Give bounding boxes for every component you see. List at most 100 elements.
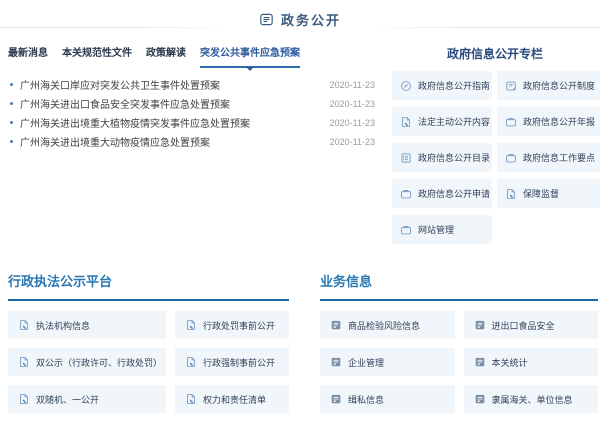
header-divider-right: [366, 27, 600, 28]
book-icon: [505, 80, 517, 92]
link-button[interactable]: 政府信息公开目录: [392, 143, 492, 172]
link-button-label: 政府信息公开制度: [523, 79, 595, 92]
ledger-icon: [330, 319, 342, 331]
document-lines-icon: [259, 12, 274, 27]
news-item-date: 2020-11-23: [330, 99, 375, 109]
news-item-date: 2020-11-23: [330, 137, 375, 147]
link-button-label: 本关统计: [492, 356, 528, 369]
link-button-label: 执法机构信息: [36, 319, 90, 332]
compass-icon: [400, 80, 412, 92]
list-icon: [400, 152, 412, 164]
news-list-item[interactable]: 广州海关进出境重大动物疫情应急处置预案 2020-11-23: [8, 132, 375, 151]
news-list-item[interactable]: 广州海关口岸应对突发公共卫生事件处置预案 2020-11-23: [8, 75, 375, 94]
link-button[interactable]: 执法机构信息: [8, 311, 166, 339]
link-button-label: 法定主动公开内容: [418, 115, 490, 128]
folder-icon: [505, 152, 517, 164]
link-button-label: 政府信息工作要点: [523, 151, 595, 164]
ledger-icon: [330, 356, 342, 368]
link-button[interactable]: 网站管理: [392, 215, 492, 244]
news-list-item[interactable]: 广州海关进出境重大植物疫情突发事件应急处置预案 2020-11-23: [8, 113, 375, 132]
link-button[interactable]: 权力和责任清单: [175, 385, 289, 413]
ledger-icon: [474, 319, 486, 331]
link-button-label: 行政处罚事前公开: [203, 319, 275, 332]
business-section-grid: 商品检验风险信息 进出口食品安全 企业管理 本关统计 缉私信息 隶属海关、单位信…: [320, 311, 598, 413]
news-item-title: 广州海关进出境重大动物疫情应急处置预案: [20, 134, 322, 149]
tab[interactable]: 突发公共事件应急预案: [200, 44, 300, 68]
link-button[interactable]: 政府信息公开申请: [392, 179, 492, 208]
law-section-grid: 执法机构信息 行政处罚事前公开 双公示（行政许可、行政处罚） 行政强制事前公开 …: [8, 311, 289, 413]
gov-disclosure-page: 政务公开 最新消息 本关规范性文件 政策解读 突发公共事件应急预案 政府信息公开…: [0, 0, 600, 427]
ledger-icon: [474, 393, 486, 405]
tab-label: 最新消息: [8, 48, 48, 59]
link-button[interactable]: 进出口食品安全: [464, 311, 599, 339]
link-button[interactable]: 政府信息公开制度: [497, 71, 600, 100]
info-panel-grid: 政府信息公开指南 政府信息公开制度 法定主动公开内容 政府信息公开年报 政府信息…: [392, 71, 600, 244]
business-section-title: 业务信息: [320, 271, 598, 301]
business-info-section: 业务信息 商品检验风险信息 进出口食品安全 企业管理 本关统计 缉私信息 隶属海…: [320, 271, 598, 413]
link-button-label: 网站管理: [418, 223, 454, 236]
page-header: 政务公开: [0, 8, 600, 30]
document-edit-icon: [400, 116, 412, 128]
document-edit-icon: [18, 319, 30, 331]
document-edit-icon: [185, 319, 197, 331]
tab-bar: 最新消息 本关规范性文件 政策解读 突发公共事件应急预案: [8, 44, 300, 68]
link-button[interactable]: 缉私信息: [320, 385, 455, 413]
link-button-label: 保障监督: [523, 187, 559, 200]
link-button-label: 权力和责任清单: [203, 393, 266, 406]
document-edit-icon: [185, 356, 197, 368]
document-edit-icon: [18, 393, 30, 405]
news-item-date: 2020-11-23: [330, 80, 375, 90]
bullet-dot-icon: [10, 121, 13, 124]
document-edit-icon: [185, 393, 197, 405]
document-edit-icon: [505, 188, 517, 200]
link-button[interactable]: 双公示（行政许可、行政处罚）: [8, 348, 166, 376]
link-button[interactable]: 保障监督: [497, 179, 600, 208]
bullet-dot-icon: [10, 102, 13, 105]
news-item-title: 广州海关进出境重大植物疫情突发事件应急处置预案: [20, 115, 322, 130]
bullet-dot-icon: [10, 140, 13, 143]
link-button-label: 隶属海关、单位信息: [492, 393, 573, 406]
link-button[interactable]: 企业管理: [320, 348, 455, 376]
info-panel-title: 政府信息公开专栏: [390, 45, 600, 62]
link-button[interactable]: 行政处罚事前公开: [175, 311, 289, 339]
link-button[interactable]: 政府信息工作要点: [497, 143, 600, 172]
link-button[interactable]: 法定主动公开内容: [392, 107, 492, 136]
folder-icon: [505, 116, 517, 128]
news-list: 广州海关口岸应对突发公共卫生事件处置预案 2020-11-23 广州海关进出口食…: [8, 75, 375, 151]
link-button-label: 政府信息公开指南: [418, 79, 490, 92]
link-button-label: 双公示（行政许可、行政处罚）: [36, 356, 162, 369]
link-button[interactable]: 双随机、一公开: [8, 385, 166, 413]
bullet-dot-icon: [10, 83, 13, 86]
news-item-title: 广州海关进出口食品安全突发事件应急处置预案: [20, 96, 322, 111]
news-list-item[interactable]: 广州海关进出口食品安全突发事件应急处置预案 2020-11-23: [8, 94, 375, 113]
link-button-label: 双随机、一公开: [36, 393, 99, 406]
link-button-label: 进出口食品安全: [492, 319, 555, 332]
tab-label: 本关规范性文件: [62, 48, 132, 59]
news-item-title: 广州海关口岸应对突发公共卫生事件处置预案: [20, 77, 322, 92]
link-button[interactable]: 本关统计: [464, 348, 599, 376]
link-button[interactable]: 政府信息公开指南: [392, 71, 492, 100]
link-button-label: 缉私信息: [348, 393, 384, 406]
tab[interactable]: 本关规范性文件: [62, 44, 132, 68]
link-button-label: 商品检验风险信息: [348, 319, 420, 332]
tab-label: 政策解读: [146, 48, 186, 59]
link-button[interactable]: 隶属海关、单位信息: [464, 385, 599, 413]
ledger-icon: [330, 393, 342, 405]
document-edit-icon: [18, 356, 30, 368]
ledger-icon: [474, 356, 486, 368]
link-button[interactable]: 政府信息公开年报: [497, 107, 600, 136]
link-button[interactable]: 行政强制事前公开: [175, 348, 289, 376]
folder-icon: [400, 224, 412, 236]
law-section-title: 行政执法公示平台: [8, 271, 289, 301]
link-button[interactable]: 商品检验风险信息: [320, 311, 455, 339]
header-divider-left: [0, 27, 234, 28]
tab-label: 突发公共事件应急预案: [200, 48, 300, 59]
link-button-label: 政府信息公开申请: [418, 187, 490, 200]
tab[interactable]: 最新消息: [8, 44, 48, 68]
page-title: 政务公开: [281, 10, 341, 29]
link-button-label: 政府信息公开目录: [418, 151, 490, 164]
link-button-label: 企业管理: [348, 356, 384, 369]
link-button-label: 行政强制事前公开: [203, 356, 275, 369]
link-button-label: 政府信息公开年报: [523, 115, 595, 128]
tab[interactable]: 政策解读: [146, 44, 186, 68]
